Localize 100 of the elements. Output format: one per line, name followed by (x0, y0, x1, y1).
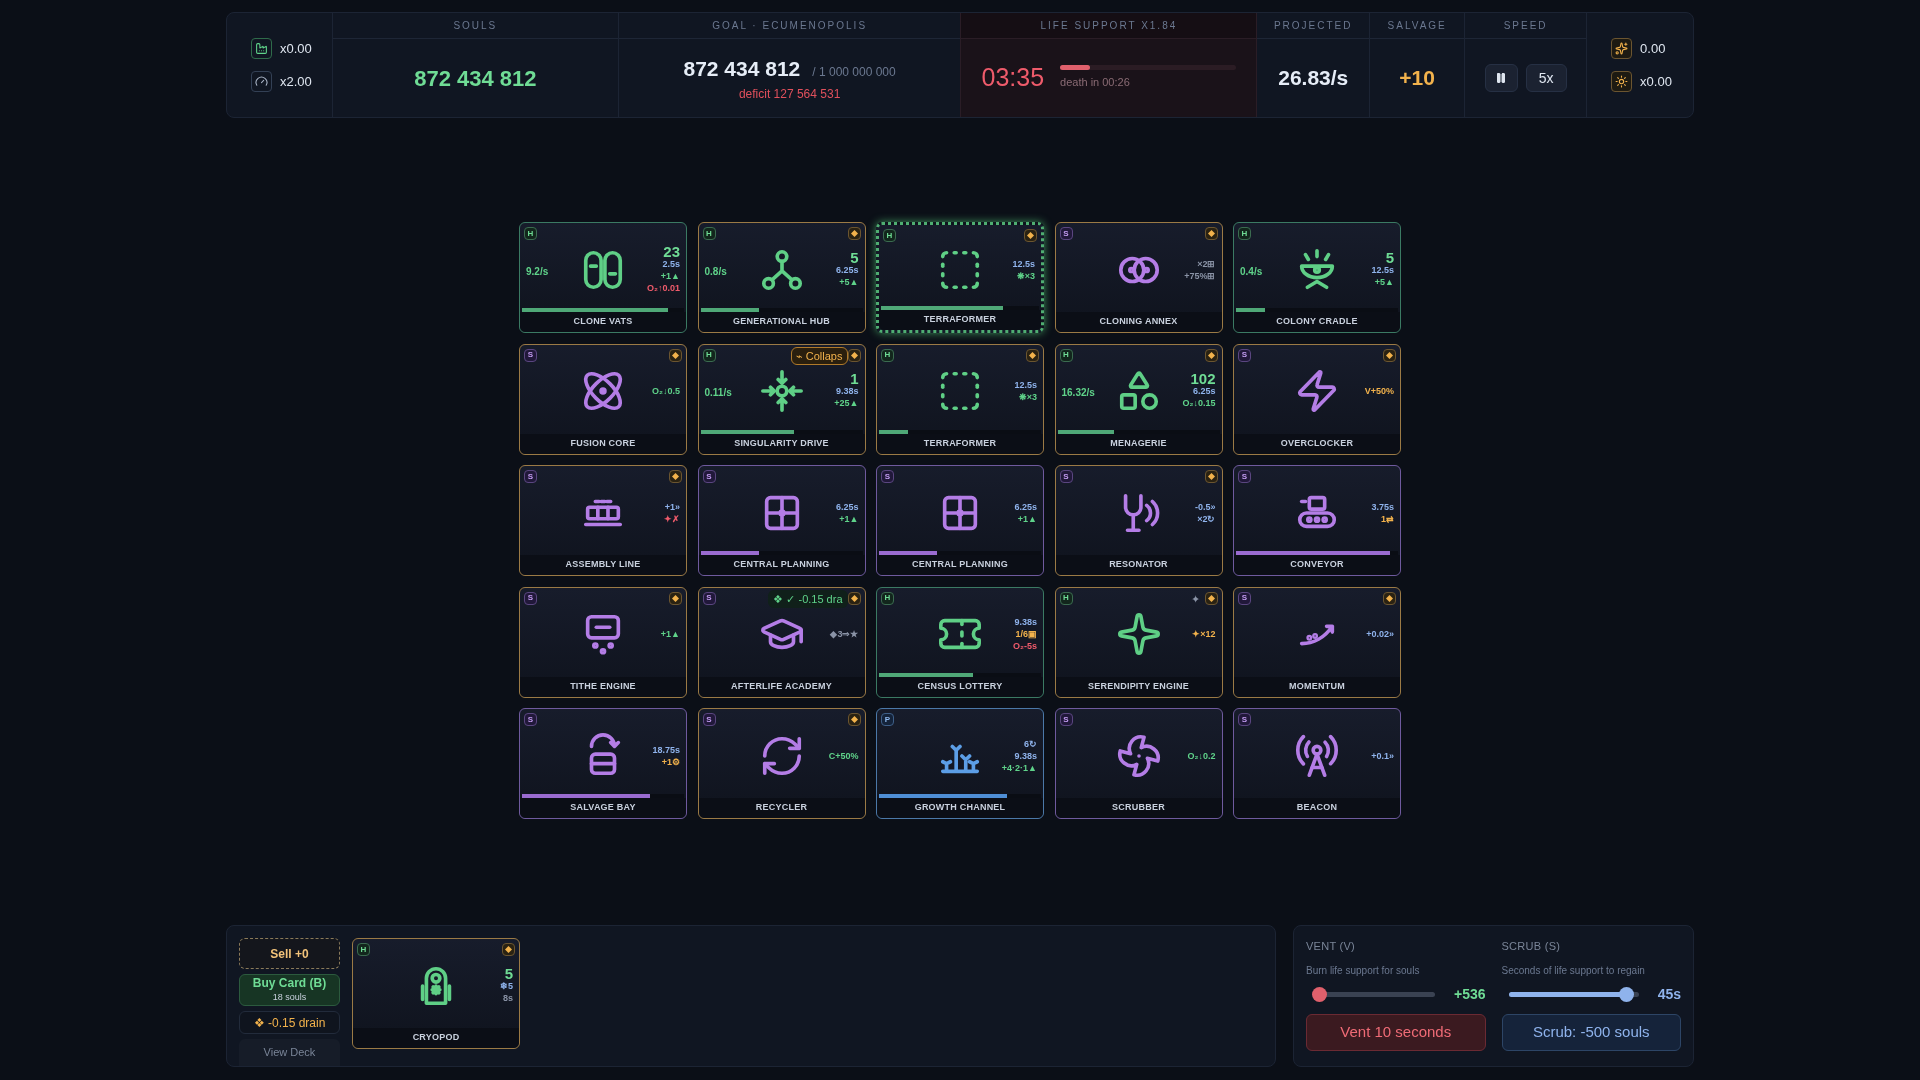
card[interactable]: S 6.25s +1▲ CENTRAL PLANNING (697, 465, 866, 576)
stat-label: ❋×3 (1018, 391, 1037, 403)
card[interactable]: S 6.25s +1▲ CENTRAL PLANNING (876, 465, 1044, 576)
card[interactable]: S V+50% OVERCLOCKER (1233, 343, 1401, 455)
section-header: LIFE SUPPORT X1.84 (1040, 19, 1178, 33)
card[interactable]: S +1» ✦✗ ASSEMBLY LINE (519, 465, 687, 576)
card-title: OVERCLOCKER (1234, 433, 1400, 454)
buy-card-button[interactable]: Buy Card (B) 18 souls (239, 974, 340, 1007)
tier-tag: S (702, 470, 716, 483)
tier-tag: S (881, 470, 894, 483)
card[interactable]: H 0.8/s 5 6.25s +5▲ GENERATIONAL HUB (697, 222, 866, 333)
card-title: MOMENTUM (1234, 676, 1400, 697)
pause-button[interactable] (1484, 64, 1518, 92)
stat-label: ❋×3 (1016, 269, 1035, 282)
card[interactable]: H ⌁ Collaps 0.11/s 1 9.38s +25▲ SINGULARITY DRIVE (697, 343, 866, 455)
tier-tag: P (881, 713, 894, 726)
card[interactable]: S +0.1» BEACON (1233, 708, 1401, 819)
tier-tag: S (524, 713, 537, 726)
life-timer: 03:35 (981, 62, 1045, 94)
projected-value: 26.83/s (1278, 65, 1349, 92)
tier-tag: S (702, 591, 716, 605)
tier-tag: H (1059, 348, 1073, 362)
card[interactable]: H ✦ ✦×12 SERENDIPITY ENGINE (1054, 586, 1223, 698)
card[interactable]: S 18.75s +1⚙ SALVAGE BAY (519, 708, 687, 819)
card[interactable]: S -0.5» ×2↻ RESONATOR (1054, 465, 1223, 576)
card-badge: ⌁ Collaps (790, 346, 848, 365)
goal-value: 872 434 812 (683, 56, 801, 83)
slider-thumb[interactable] (1618, 986, 1634, 1002)
view-deck-tab[interactable]: View Deck (239, 1038, 340, 1066)
card[interactable]: S O₂↓0.5 FUSION CORE (519, 343, 687, 455)
stat-label: ✦×12 (1192, 628, 1216, 640)
section-title: VENT (V) (1306, 939, 1357, 954)
section-title: SCRUB (S) (1501, 939, 1562, 954)
tier-tag: S (524, 591, 537, 605)
stat-label: +25▲ (834, 397, 859, 409)
stat-label: 1 (850, 373, 859, 385)
card[interactable]: S O₂↓0.2 SCRUBBER (1054, 708, 1223, 819)
tier-tag: H (1238, 227, 1251, 240)
diamond-icon (847, 713, 861, 726)
card-title: RECYCLER (698, 798, 865, 818)
section-header: SPEED (1503, 19, 1548, 33)
tier-tag: H (524, 227, 537, 240)
sell-button[interactable]: Sell +0 (239, 938, 340, 970)
card[interactable]: P 6↻ 9.38s +4·2·1▲ GROWTH CHANNEL (876, 708, 1044, 819)
death-countdown: death in 00:26 (1060, 75, 1131, 91)
card-title: CLONE VATS (520, 312, 686, 332)
card-title: SINGULARITY DRIVE (698, 433, 865, 454)
card[interactable]: H 12.5s ❋×3 TERRAFORMER (876, 343, 1044, 455)
stat-label: 3.75s (1371, 500, 1394, 513)
card[interactable]: H 0.4/s 5 12.5s +5▲ COLONY CRADLE (1233, 222, 1401, 333)
card-title: TERRAFORMER (879, 310, 1041, 330)
card[interactable]: H 9.2/s 23 2.5s +1▲ O₂↑0.01 CLONE VATS (519, 222, 687, 333)
scrub-button[interactable]: Scrub: -500 souls (1501, 1013, 1681, 1051)
card[interactable]: H 12.5s ❋×3 TERRAFORMER (876, 222, 1044, 333)
card-title: CENSUS LOTTERY (877, 676, 1043, 697)
card-title: CRYOPOD (353, 1028, 519, 1048)
tier-tag: S (1238, 348, 1251, 362)
card[interactable]: S ❖ ✓ -0.15 dra ◆3⇒★ AFTERLIFE ACADEMY (697, 586, 866, 698)
multiplier-label: x0.00 (280, 39, 312, 58)
card-title: CENTRAL PLANNING (877, 555, 1043, 575)
factory-icon (251, 38, 272, 59)
card[interactable]: S ×2⊞ +75%⊞ CLONING ANNEX (1054, 222, 1223, 333)
card-title: SERENDIPITY ENGINE (1055, 676, 1222, 697)
radio-tower-icon (1294, 732, 1340, 779)
speed-button[interactable]: 5x (1525, 64, 1567, 92)
card[interactable]: S C+50% RECYCLER (697, 708, 866, 819)
card[interactable]: H 5 ❄5 8s CRYOPOD (352, 938, 520, 1049)
card[interactable]: S +1▲ TITHE ENGINE (519, 586, 687, 698)
stat-label: ×2↻ (1197, 512, 1216, 525)
diamond-icon (502, 943, 515, 956)
tier-tag: S (1059, 227, 1073, 240)
stat-label: ◆3⇒★ (830, 628, 859, 640)
card[interactable]: S 3.75s 1⇄ CONVEYOR (1233, 465, 1401, 576)
drain-label: ❖ -0.15 drain (239, 1011, 340, 1034)
stat-label: +1▲ (1017, 512, 1037, 525)
card[interactable]: S +0.02» MOMENTUM (1233, 586, 1401, 698)
stat-label: 9.38s (1014, 749, 1037, 762)
slider-thumb[interactable] (1312, 986, 1328, 1002)
tier-tag: H (881, 591, 894, 605)
tier-tag: S (1059, 713, 1073, 726)
slider-reading: +536 (1453, 984, 1486, 1004)
stat-label: +5▲ (1374, 275, 1394, 288)
stat-label: +5▲ (839, 275, 859, 288)
vent-button[interactable]: Vent 10 seconds (1306, 1013, 1486, 1051)
rate-label: 0.11/s (704, 387, 732, 398)
card[interactable]: H 16.32/s 102 6.25s O₂↓0.15 MENAGERIE (1054, 343, 1223, 455)
stat-label: 6.25s (835, 500, 859, 513)
stat-label: +75%⊞ (1184, 269, 1216, 282)
stat-label: 5 (504, 967, 513, 980)
stat-label: +1» (664, 500, 680, 513)
stat-label: 6↻ (1024, 737, 1037, 750)
tier-tag: H (1059, 591, 1073, 605)
gauge-icon (251, 71, 272, 92)
card-title: GENERATIONAL HUB (698, 312, 865, 332)
card[interactable]: H 9.38s 1/6▣ O₂-5s CENSUS LOTTERY (876, 586, 1044, 698)
bonus-label: 0.00 (1640, 39, 1666, 58)
rate-label: 0.8/s (704, 265, 727, 277)
section-hint: Seconds of life support to regain (1501, 963, 1646, 978)
stat-label: O₂-5s (1013, 640, 1037, 652)
stat-label: 6.25s (835, 263, 859, 276)
